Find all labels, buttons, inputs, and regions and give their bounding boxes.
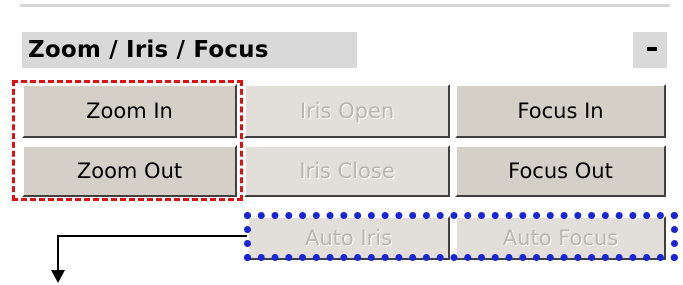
callout-arrow-icon [51,235,247,283]
